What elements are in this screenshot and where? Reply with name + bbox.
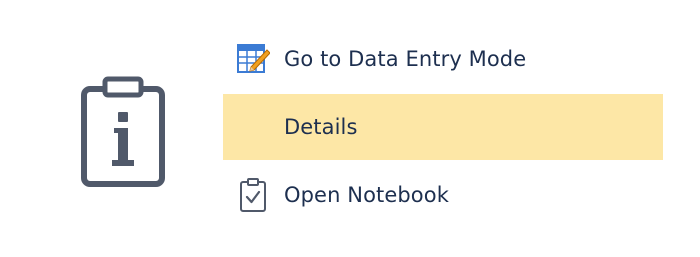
menu-item-open-notebook[interactable]: Open Notebook: [223, 162, 663, 228]
menu-item-data-entry-mode[interactable]: Go to Data Entry Mode: [223, 26, 663, 92]
menu-item-details[interactable]: Details: [223, 94, 663, 160]
action-menu: Go to Data Entry Mode Details Open Noteb…: [223, 26, 663, 228]
data-entry-edit-icon: [233, 39, 273, 79]
context-panel: Go to Data Entry Mode Details Open Noteb…: [0, 0, 700, 257]
menu-item-label: Go to Data Entry Mode: [284, 47, 527, 71]
menu-item-label: Details: [284, 115, 358, 139]
menu-item-label: Open Notebook: [284, 183, 449, 207]
notebook-check-icon: [233, 175, 273, 215]
clipboard-info-icon: [78, 76, 168, 188]
